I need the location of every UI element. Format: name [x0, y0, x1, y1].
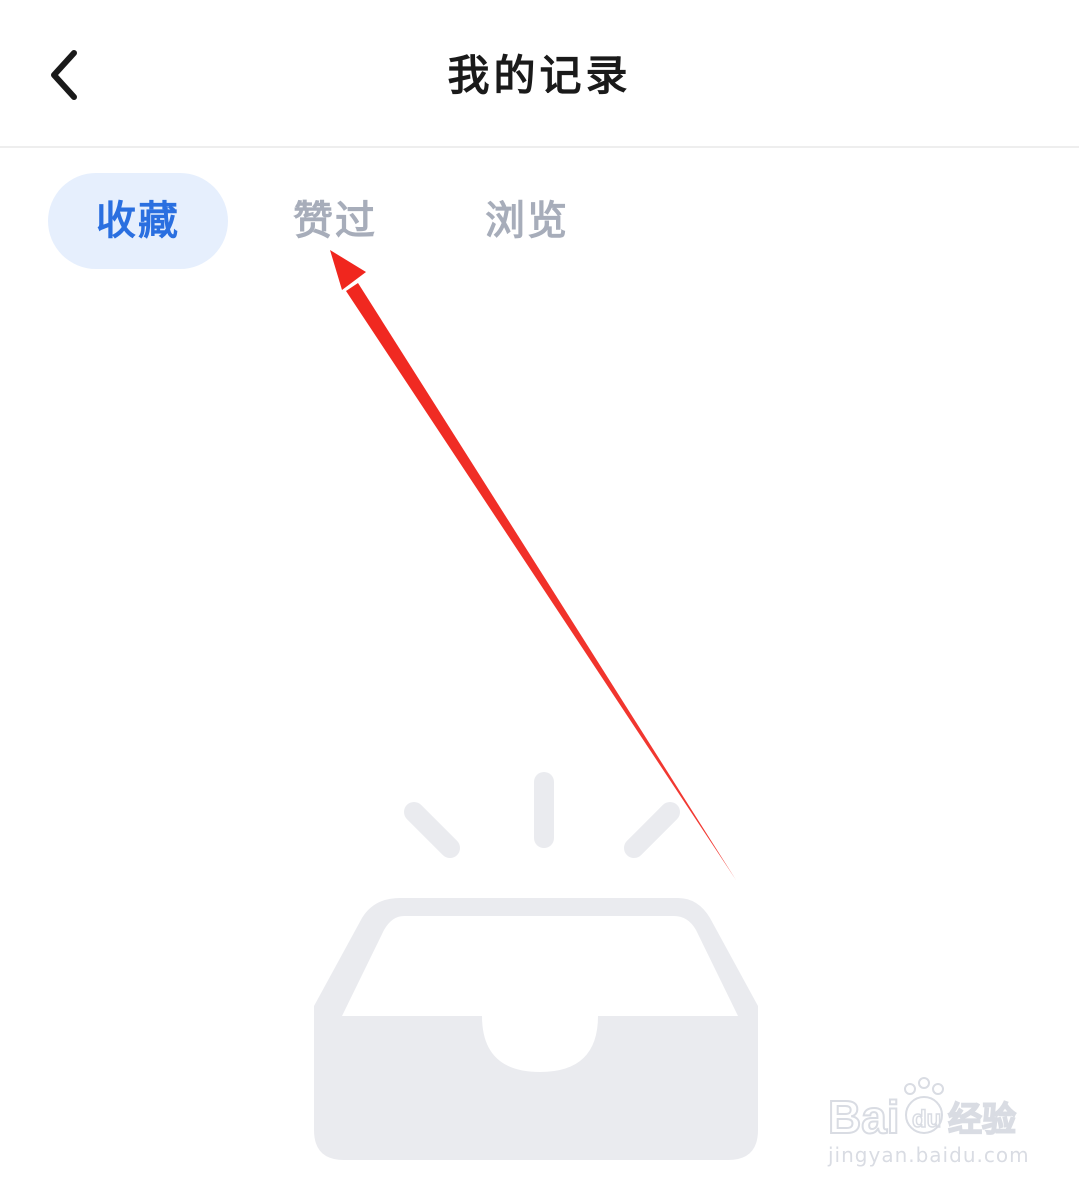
empty-inbox-icon — [314, 772, 758, 1160]
baidu-jingyan-watermark: Bai du 经验 jingyan.baidu.com — [828, 1075, 1030, 1175]
watermark-url: jingyan.baidu.com — [828, 1143, 1030, 1167]
records-page: 我的记录 收藏 赞过 浏览 Bai du 经验 jingyan.baidu.co… — [0, 0, 1079, 1191]
tab-browsed[interactable]: 浏览 — [472, 173, 582, 269]
baidu-logo: Bai du 经验 — [828, 1077, 1017, 1144]
svg-text:Bai: Bai — [828, 1091, 900, 1143]
tab-liked[interactable]: 赞过 — [280, 173, 390, 269]
tab-favorites[interactable]: 收藏 — [48, 173, 228, 269]
svg-text:经验: 经验 — [948, 1100, 1016, 1140]
svg-text:du: du — [912, 1106, 941, 1133]
page-title: 我的记录 — [447, 51, 632, 100]
header-bar: 我的记录 — [0, 0, 1079, 148]
